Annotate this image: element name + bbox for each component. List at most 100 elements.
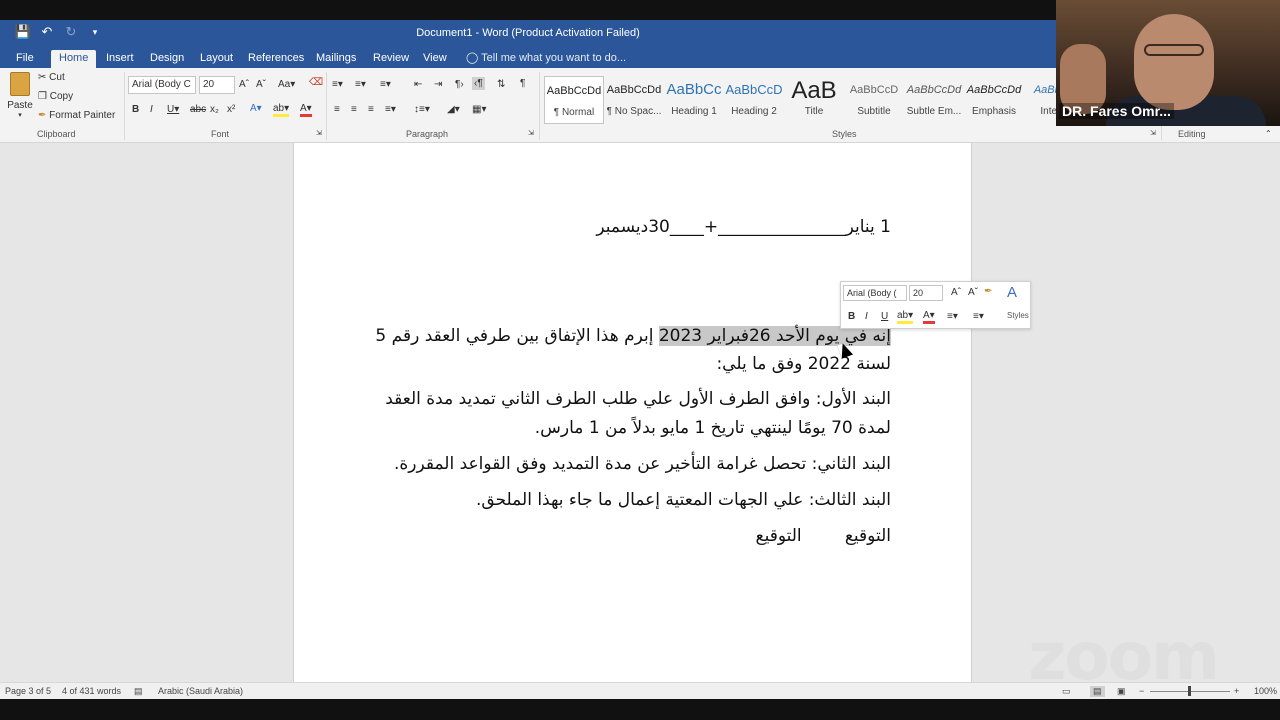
- webcam-video: DR. Fares Omr...: [1056, 0, 1280, 126]
- underline-icon[interactable]: U▾: [167, 104, 179, 115]
- tab-insert[interactable]: Insert: [98, 50, 142, 68]
- doc-clause-1[interactable]: البند الأول: وافق الطرف الأول علي طلب ال…: [385, 389, 891, 409]
- styles-gallery: AaBbCcDd ¶ Normal AaBbCcDd ¶ No Spac... …: [542, 70, 1056, 126]
- cut-button[interactable]: ✂ Cut: [38, 72, 65, 83]
- clipboard-group-label: Clipboard: [37, 129, 76, 139]
- bold-icon[interactable]: B: [132, 104, 139, 115]
- style-heading-1[interactable]: AaBbCc Heading 1: [664, 76, 724, 124]
- bullets-icon[interactable]: ≡▾: [332, 79, 343, 90]
- doc-clause-3[interactable]: البند الثالث: علي الجهات المعتية إعمال م…: [476, 490, 891, 510]
- mini-format-painter-icon[interactable]: ✒: [984, 286, 992, 297]
- text-effects-icon[interactable]: A▾: [250, 103, 262, 114]
- italic-icon[interactable]: I: [150, 104, 153, 115]
- mini-highlight-icon[interactable]: ab▾: [897, 310, 914, 324]
- change-case-icon[interactable]: Aa▾: [278, 79, 295, 90]
- font-color-icon[interactable]: A▾: [300, 103, 312, 117]
- tab-mailings[interactable]: Mailings: [308, 50, 364, 68]
- tell-me-search[interactable]: ◯ Tell me what you want to do...: [466, 50, 626, 66]
- multilevel-list-icon[interactable]: ≡▾: [380, 79, 391, 90]
- style-emphasis[interactable]: AaBbCcDd Emphasis: [964, 76, 1024, 124]
- shrink-font-icon[interactable]: Aˇ: [256, 79, 266, 90]
- style-title[interactable]: AaB Title: [784, 76, 844, 124]
- mini-bold-icon[interactable]: B: [848, 311, 855, 322]
- rtl-icon[interactable]: ‹¶: [472, 77, 485, 90]
- ltr-icon[interactable]: ¶›: [455, 79, 464, 90]
- mini-styles-label: Styles: [1007, 311, 1029, 320]
- style-heading-2[interactable]: AaBbCcD Heading 2: [724, 76, 784, 124]
- increase-indent-icon[interactable]: ⇥: [434, 79, 442, 90]
- mini-bullets-icon[interactable]: ≡▾: [947, 311, 958, 322]
- mini-font-size-select[interactable]: 20: [909, 285, 943, 301]
- decrease-indent-icon[interactable]: ⇤: [414, 79, 422, 90]
- style-normal[interactable]: AaBbCcDd ¶ Normal: [544, 76, 604, 124]
- mini-grow-font-icon[interactable]: Aˆ: [951, 287, 961, 298]
- selected-text[interactable]: إنه في يوم الأحد 26فبراير 2023: [658, 326, 891, 346]
- zoom-in-icon[interactable]: +: [1234, 686, 1239, 696]
- tab-home[interactable]: Home: [51, 50, 97, 68]
- proofing-icon[interactable]: ▤: [134, 686, 143, 697]
- shading-icon[interactable]: ◢▾: [447, 104, 460, 115]
- word-count[interactable]: 4 of 431 words: [62, 686, 121, 696]
- clipboard-icon: [10, 72, 30, 96]
- mini-italic-icon[interactable]: I: [865, 311, 868, 322]
- style-intense-emphasis[interactable]: AaBbCc Intens: [1024, 76, 1056, 124]
- doc-signatures[interactable]: التوقيع التوقيع: [756, 526, 891, 546]
- chevron-down-icon: ▾: [18, 112, 22, 119]
- align-center-icon[interactable]: ≡: [351, 104, 357, 115]
- align-right-icon[interactable]: ≡: [368, 104, 374, 115]
- divider: [124, 72, 125, 140]
- tab-design[interactable]: Design: [142, 50, 192, 68]
- style-subtle-emphasis[interactable]: AaBbCcDd Subtle Em...: [904, 76, 964, 124]
- doc-clause-1-line2[interactable]: لمدة 70 يومًا لينتهي تاريخ 1 مايو بدلاً …: [535, 418, 891, 438]
- font-size-select[interactable]: 20: [199, 76, 235, 94]
- paragraph-dialog-launcher-icon[interactable]: ⇲: [528, 129, 534, 137]
- copy-icon: ❐: [38, 91, 47, 102]
- mini-numbering-icon[interactable]: ≡▾: [973, 311, 984, 322]
- mini-font-color-icon[interactable]: A▾: [923, 310, 935, 324]
- paste-button[interactable]: Paste ▾: [6, 72, 34, 119]
- clear-formatting-icon[interactable]: ⌫: [309, 77, 323, 88]
- tab-references[interactable]: References: [240, 50, 312, 68]
- line-spacing-icon[interactable]: ↕≡▾: [414, 104, 430, 115]
- tab-view[interactable]: View: [415, 50, 455, 68]
- tab-review[interactable]: Review: [365, 50, 417, 68]
- style-no-spacing[interactable]: AaBbCcDd ¶ No Spac...: [604, 76, 664, 124]
- zoom-level[interactable]: 100%: [1254, 686, 1277, 696]
- divider: [539, 72, 540, 140]
- document-page[interactable]: 1 يناير_______________+____30ديسمبر إنه …: [293, 143, 972, 682]
- face-shape: [1134, 14, 1214, 110]
- strikethrough-icon[interactable]: abc: [190, 104, 206, 115]
- justify-icon[interactable]: ≡▾: [385, 104, 396, 115]
- page-count[interactable]: Page 3 of 5: [5, 686, 51, 696]
- brush-icon: ✒: [38, 110, 47, 121]
- highlight-icon[interactable]: ab▾: [273, 103, 290, 117]
- font-name-select[interactable]: Arial (Body C: [128, 76, 196, 94]
- font-dialog-launcher-icon[interactable]: ⇲: [316, 129, 322, 137]
- style-subtitle[interactable]: AaBbCcD Subtitle: [844, 76, 904, 124]
- tab-layout[interactable]: Layout: [192, 50, 241, 68]
- format-painter-button[interactable]: ✒ Format Painter: [38, 110, 115, 121]
- subscript-icon[interactable]: x₂: [210, 104, 219, 115]
- doc-paragraph-intro-line2[interactable]: لسنة 2022 وفق ما يلي:: [716, 354, 891, 374]
- superscript-icon[interactable]: x²: [227, 104, 235, 115]
- collapse-ribbon-icon[interactable]: ⌃: [1265, 129, 1272, 138]
- mini-font-name-select[interactable]: Arial (Body (: [843, 285, 907, 301]
- mini-shrink-font-icon[interactable]: Aˇ: [968, 287, 978, 298]
- tab-file[interactable]: File: [8, 50, 42, 68]
- numbering-icon[interactable]: ≡▾: [355, 79, 366, 90]
- paragraph-group-label: Paragraph: [406, 129, 449, 139]
- grow-font-icon[interactable]: Aˆ: [239, 79, 249, 90]
- mini-underline-icon[interactable]: U: [881, 311, 888, 322]
- lightbulb-icon: ◯: [466, 52, 479, 64]
- align-left-icon[interactable]: ≡: [334, 104, 340, 115]
- borders-icon[interactable]: ▦▾: [472, 104, 486, 115]
- mini-styles-icon[interactable]: A: [1007, 284, 1017, 301]
- doc-clause-2[interactable]: البند الثاني: تحصل غرامة التأخير عن مدة …: [394, 454, 891, 474]
- language-indicator[interactable]: Arabic (Saudi Arabia): [158, 686, 243, 696]
- styles-dialog-launcher-icon[interactable]: ⇲: [1150, 129, 1156, 137]
- doc-paragraph-intro[interactable]: إنه في يوم الأحد 26فبراير 2023 إبرم هذا …: [375, 326, 891, 346]
- show-formatting-icon[interactable]: ¶: [520, 78, 525, 89]
- doc-line-date-range[interactable]: 1 يناير_______________+____30ديسمبر: [596, 217, 891, 237]
- copy-button[interactable]: ❐ Copy: [38, 91, 73, 102]
- sort-icon[interactable]: ⇅: [497, 79, 505, 90]
